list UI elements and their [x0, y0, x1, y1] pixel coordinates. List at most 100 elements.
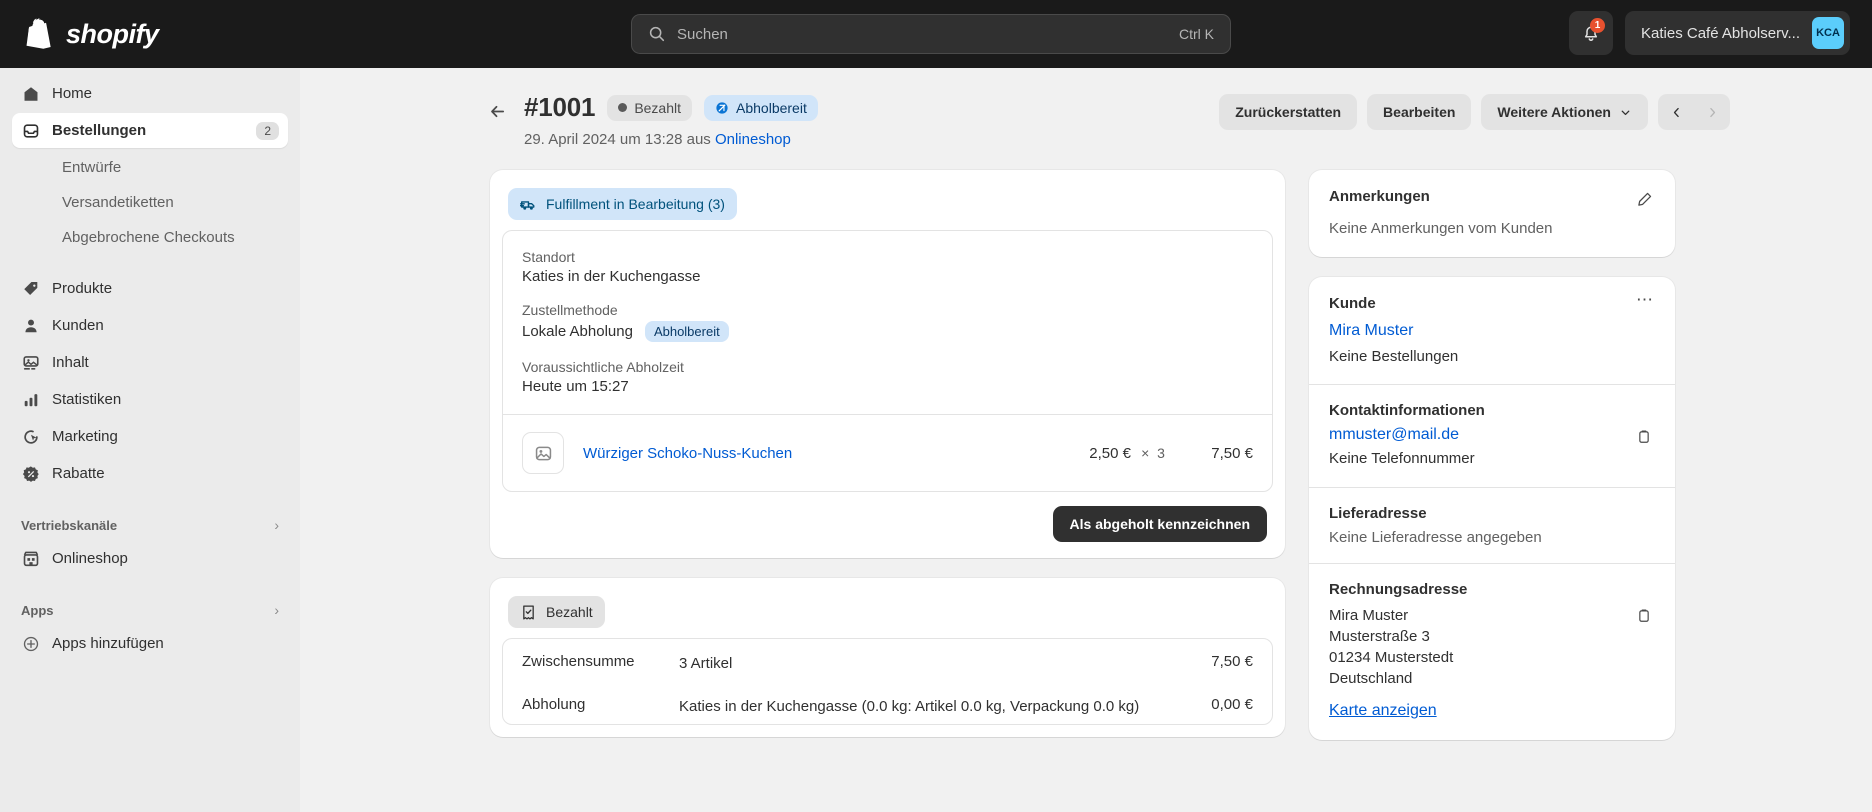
status-badge-pickup: Abholbereit [704, 94, 818, 121]
customer-name-link[interactable]: Mira Muster [1329, 322, 1655, 340]
billing-line-2: Musterstraße 3 [1329, 627, 1430, 645]
copy-email-button[interactable] [1633, 426, 1655, 448]
product-quantity: × 3 [1131, 445, 1175, 461]
times-symbol: × [1141, 445, 1150, 461]
chevron-right-icon-apps: › [274, 602, 279, 618]
left-column: Fulfillment in Bearbeitung (3) Standort … [490, 170, 1285, 760]
standort-label: Standort [522, 249, 575, 265]
status-dot-icon [618, 103, 628, 112]
sidebar-item-rabatte[interactable]: Rabatte [12, 456, 288, 491]
product-thumbnail [522, 432, 564, 474]
brand-name: shopify [66, 18, 159, 49]
sidebar-label-marketing: Marketing [52, 428, 118, 445]
sidebar-label-home: Home [52, 85, 93, 102]
previous-order-button[interactable] [1658, 94, 1694, 130]
sidebar-label-bestellungen: Bestellungen [52, 122, 147, 139]
chevron-down-icon [1621, 110, 1630, 115]
sidebar-label-statistiken: Statistiken [52, 391, 122, 408]
store-avatar: KCA [1812, 17, 1844, 49]
content-image-icon [21, 353, 41, 373]
sidebar-item-apps-hinzufuegen[interactable]: Apps hinzufügen [12, 626, 288, 661]
order-subtitle: 29. April 2024 um 13:28 aus Onlineshop [524, 131, 1219, 148]
order-line-item: Würziger Schoko-Nuss-Kuchen 2,50 € × 3 7… [503, 415, 1272, 491]
sidebar-item-marketing[interactable]: Marketing [12, 419, 288, 454]
shopify-logo[interactable]: shopify [0, 17, 159, 51]
fulfillment-card: Fulfillment in Bearbeitung (3) Standort … [490, 170, 1285, 558]
product-name-link[interactable]: Würziger Schoko-Nuss-Kuchen [583, 445, 1061, 462]
fulfillment-fields: Standort Katies in der Kuchengasse Zuste… [503, 231, 1272, 414]
more-actions-button[interactable]: Weitere Aktionen [1481, 94, 1648, 130]
payment-status-chip: Bezahlt [508, 596, 605, 628]
billing-line-1: Mira Muster [1329, 606, 1409, 624]
edit-button[interactable]: Bearbeiten [1367, 94, 1472, 130]
search-placeholder: Suchen [677, 25, 728, 43]
sidebar-item-produkte[interactable]: Produkte [12, 271, 288, 306]
subtotal-desc: 3 Artikel [679, 655, 733, 672]
customer-email-link[interactable]: mmuster@mail.de [1329, 426, 1459, 444]
sidebar-subitem-versandetiketten[interactable]: Versandetiketten [12, 185, 288, 220]
payment-details-box: Zwischensumme 3 Artikel 7,50 € Abholung … [502, 638, 1273, 725]
sidebar-label-rabatte: Rabatte [52, 465, 105, 482]
sidebar-subitem-entwuerfe[interactable]: Entwürfe [12, 150, 288, 185]
sidebar-label-apps-hinzufuegen: Apps hinzufügen [52, 635, 164, 652]
fulfillment-details-box: Standort Katies in der Kuchengasse Zuste… [502, 230, 1273, 492]
sidebar-item-bestellungen[interactable]: Bestellungen 2 [12, 113, 288, 148]
abholzeit-label: Voraussichtliche Abholzeit [522, 359, 684, 375]
order-pagination [1658, 94, 1730, 130]
shipping-address-title: Lieferadresse [1329, 504, 1427, 522]
subtotal-amount: 7,50 € [1211, 653, 1253, 670]
refund-button[interactable]: Zurückerstatten [1219, 94, 1358, 130]
more-actions-label: Weitere Aktionen [1497, 104, 1611, 120]
ellipsis-icon[interactable]: ⋯ [1636, 291, 1655, 308]
pencil-icon [1637, 192, 1651, 206]
sidebar-label-inhalt: Inhalt [52, 354, 89, 371]
copy-billing-address-button[interactable] [1633, 605, 1655, 627]
sidebar-item-statistiken[interactable]: Statistiken [12, 382, 288, 417]
sidebar-item-kunden[interactable]: Kunden [12, 308, 288, 343]
notes-title: Anmerkungen [1329, 188, 1430, 205]
edit-notes-button[interactable] [1633, 188, 1655, 210]
shipping-address-text: Keine Lieferadresse angegeben [1329, 528, 1542, 546]
sidebar-label-produkte: Produkte [52, 280, 113, 297]
customer-email-row: mmuster@mail.de [1329, 426, 1655, 448]
order-source-link[interactable]: Onlineshop [715, 131, 791, 148]
mark-picked-up-button[interactable]: Als abgeholt kennzeichnen [1052, 506, 1267, 542]
notifications-button[interactable]: 1 [1569, 11, 1614, 55]
person-icon [21, 316, 41, 336]
store-switcher-button[interactable]: Katies Café Abholserv... KCA [1625, 11, 1850, 55]
marketing-target-icon [21, 427, 41, 447]
search-shortcut: Ctrl K [1179, 26, 1214, 42]
home-icon [21, 84, 41, 104]
main-content: #1001 Bezahlt Abholbereit 29. April 2024… [300, 68, 1872, 812]
sidebar-item-inhalt[interactable]: Inhalt [12, 345, 288, 380]
search-input[interactable]: Suchen Ctrl K [631, 14, 1231, 54]
back-button[interactable] [482, 96, 512, 126]
show-map-link[interactable]: Karte anzeigen [1329, 702, 1655, 720]
notes-body: Keine Anmerkungen vom Kunden [1329, 220, 1553, 237]
billing-line-3: 01234 Musterstedt [1329, 649, 1454, 667]
right-column: Anmerkungen Keine Anmerkungen vom Kunden… [1309, 170, 1675, 760]
chevron-right-icon: › [274, 517, 279, 533]
field-zustellmethode: Zustellmethode Lokale Abholung Abholbere… [522, 302, 1253, 342]
customer-divider-1 [1309, 384, 1675, 386]
zustellmethode-badge: Abholbereit [644, 321, 729, 342]
receipt-check-icon [523, 604, 534, 620]
title-row: #1001 Bezahlt Abholbereit [524, 92, 1219, 123]
notes-card: Anmerkungen Keine Anmerkungen vom Kunden [1309, 170, 1675, 257]
sidebar-item-home[interactable]: Home [12, 76, 288, 111]
sidebar-sublabel-entwuerfe: Entwürfe [62, 159, 122, 176]
store-icon [21, 549, 41, 569]
sidebar-subitem-abgebrochene-checkouts[interactable]: Abgebrochene Checkouts [12, 220, 288, 255]
status-badge-paid: Bezahlt [607, 94, 693, 121]
sidebar-item-onlineshop[interactable]: Onlineshop [12, 541, 288, 576]
fulfillment-card-actions: Als abgeholt kennzeichnen [502, 492, 1273, 546]
sidebar-section-apps[interactable]: Apps › [12, 594, 288, 626]
notes-card-header: Anmerkungen [1329, 188, 1655, 210]
sidebar-section-vertriebskanaele[interactable]: Vertriebskanäle › [12, 509, 288, 541]
page-header: #1001 Bezahlt Abholbereit 29. April 2024… [490, 92, 1730, 148]
pickup-amount: 0,00 € [1211, 695, 1253, 713]
standort-value: Katies in der Kuchengasse [522, 268, 701, 285]
top-bar: shopify Suchen Ctrl K 1 Katies Café Abho… [0, 0, 1872, 68]
